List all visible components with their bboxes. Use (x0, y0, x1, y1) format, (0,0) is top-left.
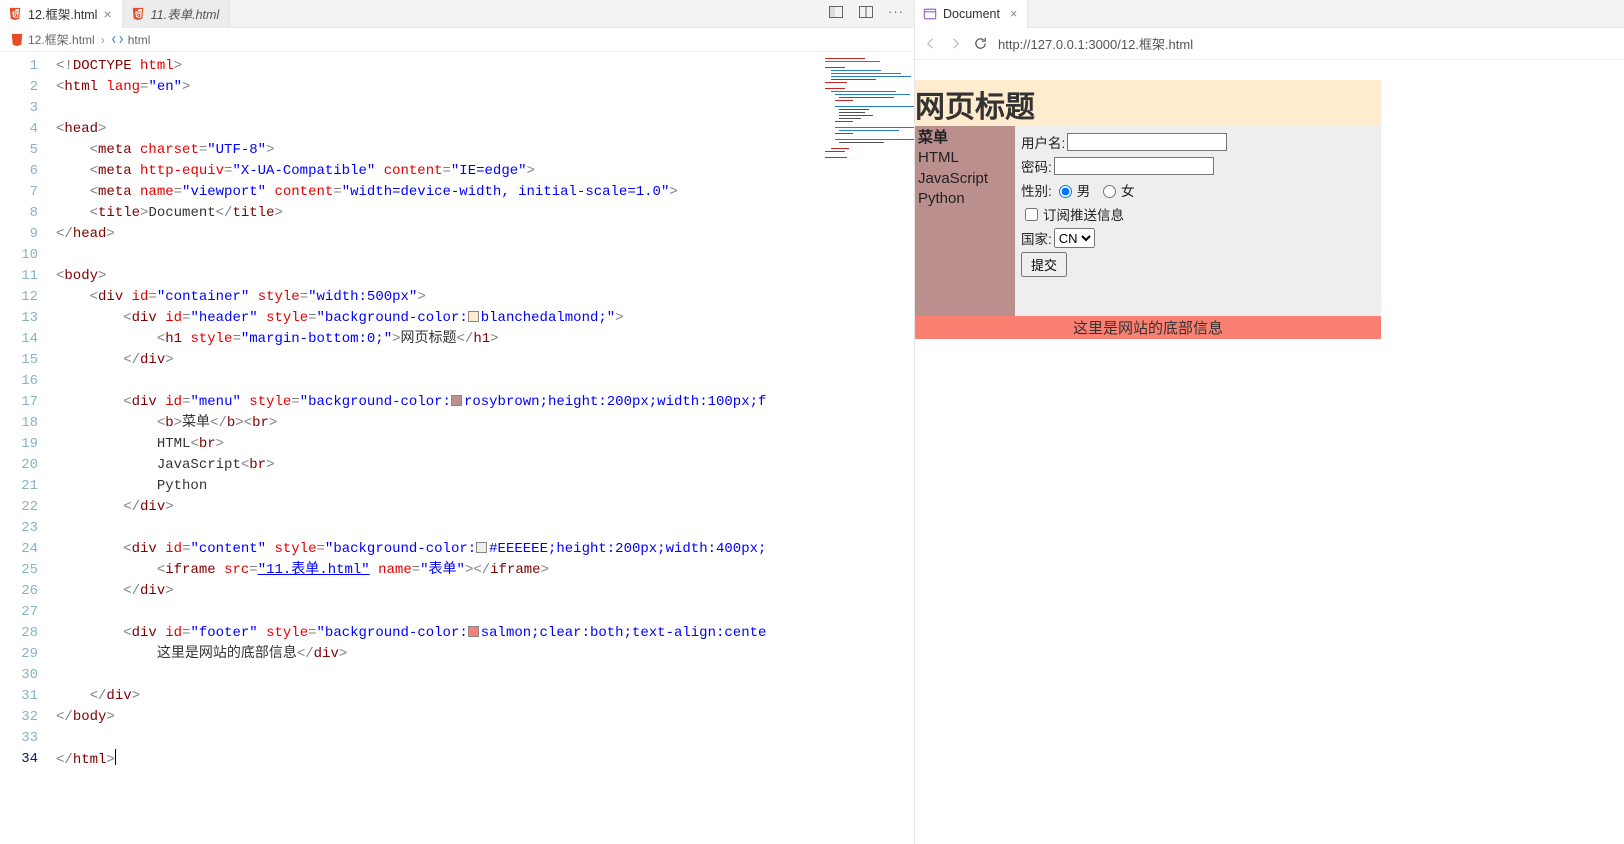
tab-11-form[interactable]: 11.表单.html (123, 0, 231, 28)
gender-label: 性别: (1021, 180, 1052, 200)
minimap[interactable] (819, 52, 914, 844)
country-select[interactable]: CN (1054, 228, 1095, 248)
submit-button[interactable]: 提交 (1021, 252, 1067, 277)
gender-male-label: 男 (1077, 180, 1091, 200)
close-icon[interactable]: × (1010, 7, 1017, 21)
editor-tabs: 12.框架.html × 11.表单.html ··· (0, 0, 914, 28)
page-footer: 这里是网站的底部信息 (915, 316, 1381, 339)
chevron-right-icon: › (101, 33, 105, 47)
gender-male-radio[interactable] (1059, 185, 1072, 198)
tab-label: 11.表单.html (151, 4, 220, 23)
preview-tab-label: Document (943, 7, 1000, 21)
country-label: 国家: (1021, 228, 1052, 248)
menu-heading: 菜单 (918, 129, 948, 146)
tab-12-frame[interactable]: 12.框架.html × (0, 0, 123, 28)
breadcrumb: 12.框架.html › html (0, 28, 914, 52)
preview-icon (923, 7, 937, 21)
preview-url[interactable]: http://127.0.0.1:3000/12.框架.html (998, 34, 1616, 53)
menu-item: Python (918, 190, 965, 207)
code-editor[interactable]: 1<!DOCTYPE html>2<html lang="en">34<head… (0, 52, 914, 844)
preview-tab[interactable]: Document × (915, 0, 1028, 28)
subscribe-checkbox[interactable] (1025, 208, 1038, 221)
page-content: 用户名: 密码: 性别: 男 女 (1015, 126, 1381, 316)
page-menu: 菜单 HTML JavaScript Python (915, 126, 1015, 316)
back-icon[interactable] (923, 36, 938, 51)
breadcrumb-file[interactable]: 12.框架.html (10, 31, 95, 48)
html5-icon (8, 7, 22, 21)
gender-female-label: 女 (1121, 180, 1135, 200)
page-header: 网页标题 (915, 80, 1381, 126)
split-right-icon[interactable] (858, 4, 874, 23)
rendered-page: 网页标题 菜单 HTML JavaScript Python 用户名: (915, 60, 1624, 339)
forward-icon[interactable] (948, 36, 963, 51)
breadcrumb-node[interactable]: html (111, 33, 151, 47)
more-icon[interactable]: ··· (888, 4, 904, 23)
tab-label: 12.框架.html (28, 4, 97, 23)
editor-pane: 12.框架.html × 11.表单.html ··· 12.框架.html ›… (0, 0, 915, 844)
html5-icon (131, 7, 145, 21)
menu-item: JavaScript (918, 170, 988, 187)
close-icon[interactable]: × (103, 7, 111, 21)
password-input[interactable] (1054, 157, 1214, 175)
username-input[interactable] (1067, 133, 1227, 151)
split-left-icon[interactable] (828, 4, 844, 23)
preview-pane: Document × http://127.0.0.1:3000/12.框架.h… (915, 0, 1624, 844)
preview-tabs: Document × (915, 0, 1624, 28)
code-icon (111, 33, 124, 46)
reload-icon[interactable] (973, 36, 988, 51)
page-title: 网页标题 (915, 80, 1381, 126)
menu-item: HTML (918, 149, 959, 166)
preview-toolbar: http://127.0.0.1:3000/12.框架.html (915, 28, 1624, 60)
gender-female-radio[interactable] (1103, 185, 1116, 198)
username-label: 用户名: (1021, 132, 1065, 152)
subscribe-label: 订阅推送信息 (1043, 204, 1124, 224)
password-label: 密码: (1021, 156, 1052, 176)
html5-icon (10, 33, 24, 47)
